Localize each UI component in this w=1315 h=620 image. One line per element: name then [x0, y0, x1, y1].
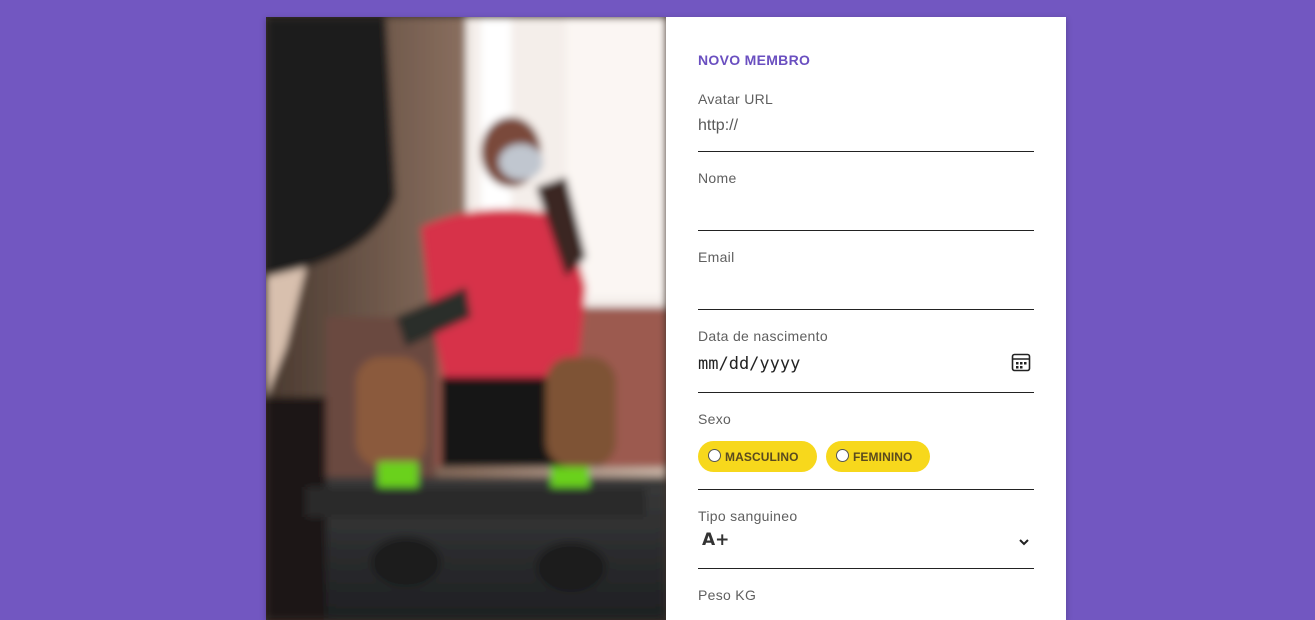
radio-feminino-label: FEMININO [853, 449, 913, 464]
blood-type-field[interactable]: Tipo sanguineo A+ [698, 508, 1034, 569]
blood-type-select[interactable]: A+ [702, 530, 729, 550]
radio-masculino[interactable]: MASCULINO [698, 441, 817, 472]
nome-field[interactable]: Nome [698, 170, 1034, 231]
chevron-down-icon[interactable] [1018, 536, 1030, 548]
calendar-icon[interactable] [1011, 352, 1031, 372]
radio-masculino-label: MASCULINO [725, 449, 799, 464]
avatar-url-label: Avatar URL [698, 91, 774, 107]
nome-label: Nome [698, 170, 737, 186]
radio-feminino[interactable]: FEMININO [826, 441, 930, 472]
radio-circle-icon[interactable] [836, 449, 849, 462]
gym-photo [266, 17, 666, 620]
peso-field[interactable]: Peso KG [698, 587, 1034, 620]
blood-type-label: Tipo sanguineo [698, 508, 798, 524]
new-member-card: NOVO MEMBRO Avatar URL http:// Nome Emai… [266, 17, 1066, 620]
sexo-label: Sexo [698, 411, 732, 427]
avatar-url-input[interactable]: http:// [698, 117, 738, 135]
sexo-field: Sexo MASCULINO FEMININO [698, 411, 1034, 490]
peso-label: Peso KG [698, 587, 757, 603]
birthdate-label: Data de nascimento [698, 328, 828, 344]
email-label: Email [698, 249, 735, 265]
birthdate-input[interactable]: mm/dd/yyyy [698, 354, 800, 374]
email-field[interactable]: Email [698, 249, 1034, 310]
birthdate-field[interactable]: Data de nascimento mm/dd/yyyy [698, 328, 1034, 393]
radio-circle-icon[interactable] [708, 449, 721, 462]
form-title: NOVO MEMBRO [698, 52, 811, 68]
avatar-url-field[interactable]: Avatar URL http:// [698, 91, 1034, 152]
member-form: NOVO MEMBRO Avatar URL http:// Nome Emai… [698, 17, 1034, 620]
